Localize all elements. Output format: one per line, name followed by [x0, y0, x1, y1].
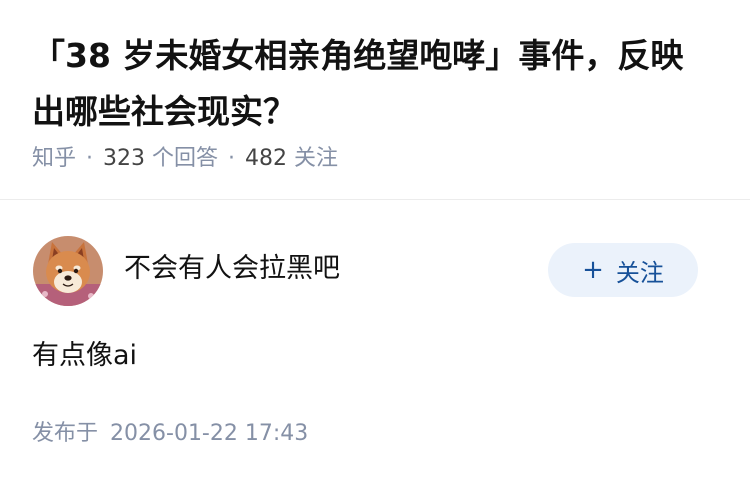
answer-content: 有点像ai — [32, 340, 138, 371]
meta-separator: · — [86, 146, 94, 171]
follower-count-label: 关注 — [294, 146, 339, 171]
follow-button[interactable]: + 关注 — [548, 243, 698, 297]
author-name[interactable]: 不会有人会拉黑吧 — [124, 250, 340, 288]
zhihu-answer-page: 「38 岁未婚女相亲角绝望咆哮」事件，反映出哪些社会现实？ 知乎 · 323 个回答… — [0, 0, 750, 484]
follower-count: 482 — [245, 146, 288, 171]
question-title[interactable]: 「38 岁未婚女相亲角绝望咆哮」事件，反映出哪些社会现实？ — [32, 28, 712, 140]
answer-count-label: 个回答 — [152, 146, 219, 171]
source-label[interactable]: 知乎 — [32, 146, 76, 171]
meta-separator: · — [228, 146, 236, 171]
plus-icon: + — [582, 255, 604, 285]
avatar[interactable] — [33, 236, 103, 306]
question-header: 「38 岁未婚女相亲角绝望咆哮」事件，反映出哪些社会现实？ 知乎 · 323 个回答… — [0, 0, 750, 200]
publish-info: 发布于 2026-01-22 17:43 — [32, 418, 308, 450]
answer-count: 323 — [103, 146, 146, 171]
follow-button-label: 关注 — [615, 258, 664, 287]
published-label: 发布于 — [32, 421, 99, 446]
published-time: 2026-01-22 17:43 — [110, 421, 309, 446]
question-meta: 知乎 · 323 个回答 · 482 关注 — [32, 143, 338, 175]
